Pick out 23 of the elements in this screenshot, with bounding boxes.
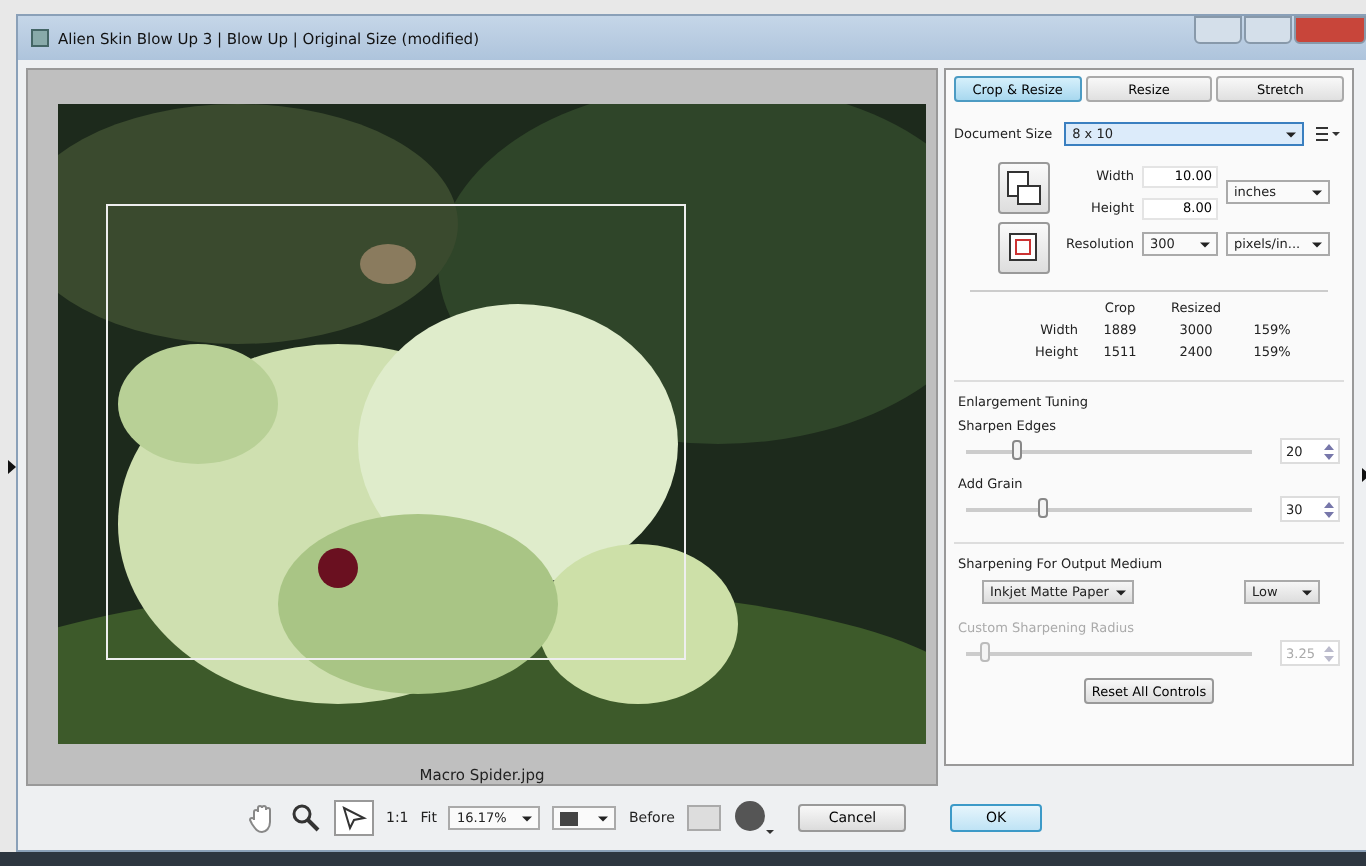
caret-icon (1312, 241, 1322, 247)
app-icon (30, 28, 50, 48)
caret-icon (598, 815, 609, 821)
pages-icon (1004, 168, 1044, 208)
slider-thumb[interactable] (1037, 497, 1048, 517)
swap-orientation-button[interactable] (998, 162, 1050, 214)
maximize-button[interactable] (1244, 16, 1292, 44)
minimize-button[interactable] (1194, 16, 1242, 44)
caret-icon (1312, 189, 1322, 195)
crop-to-image-button[interactable] (998, 222, 1050, 274)
view-mode-dropdown[interactable] (552, 806, 617, 830)
caret-icon (1302, 589, 1312, 595)
caret-icon (1286, 131, 1297, 137)
compare-icon[interactable] (686, 804, 723, 832)
slider-thumb[interactable] (1011, 439, 1022, 459)
crop-tool-button[interactable] (334, 800, 374, 836)
crop-frame[interactable] (106, 204, 686, 660)
caret-icon (1200, 241, 1210, 247)
zoom-tool-icon[interactable] (290, 802, 322, 834)
menu-icon[interactable] (1316, 126, 1341, 142)
caret-icon (1116, 589, 1126, 595)
caret-icon (522, 815, 533, 821)
collapse-arrow-icon[interactable] (8, 460, 16, 474)
